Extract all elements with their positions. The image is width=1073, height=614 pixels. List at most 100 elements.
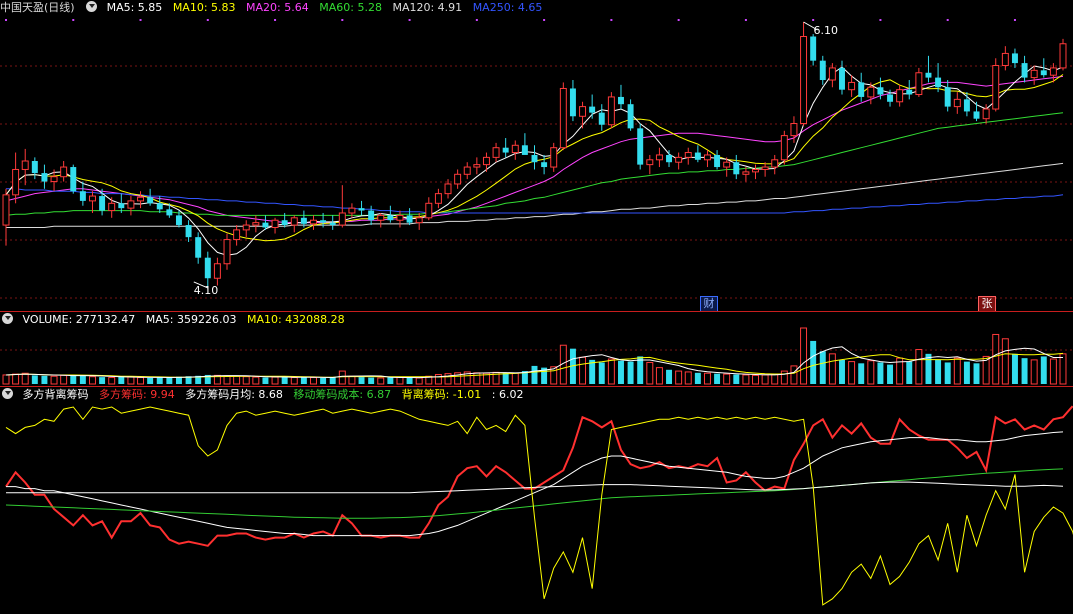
candle-body	[531, 154, 538, 163]
price-panel[interactable]: 中国天盈(日线) MA5: 5.85 MA10: 5.83 MA20: 5.64…	[0, 0, 1073, 312]
candle-body	[1030, 69, 1038, 79]
candle-body	[637, 128, 644, 165]
candle-body	[1049, 67, 1057, 76]
candle-body	[627, 104, 634, 129]
candle-body	[723, 161, 731, 168]
volume-bar	[828, 353, 836, 385]
candle-body	[310, 219, 317, 225]
volume-bar	[348, 375, 356, 385]
volume-bar	[233, 375, 241, 385]
signal-marker	[341, 19, 344, 21]
candle-body	[358, 208, 365, 211]
volume-bar	[944, 362, 951, 384]
candle-body	[511, 144, 519, 154]
volume-bar	[973, 363, 980, 384]
candle-body	[396, 214, 404, 221]
volume-bar	[329, 377, 336, 384]
volume-bar	[646, 361, 654, 385]
event-marker-cai[interactable]: 财	[700, 296, 718, 312]
volume-bar	[780, 370, 788, 385]
candle-body	[41, 173, 48, 182]
candle-body	[550, 147, 558, 168]
price-legend: 中国天盈(日线) MA5: 5.85 MA10: 5.83 MA20: 5.64…	[0, 0, 1073, 16]
volume-bar	[790, 365, 798, 385]
volume-bar	[906, 361, 913, 384]
volume-bar	[147, 377, 154, 384]
candle-body	[666, 154, 673, 163]
indicator-monthly-avg-label: 多方筹码月均: 8.68	[185, 388, 283, 401]
candle-body	[963, 99, 970, 112]
volume-bar	[99, 377, 106, 384]
volume-bar	[502, 372, 509, 384]
volume-bar	[877, 362, 884, 384]
indicator-line-2	[5, 468, 1064, 519]
candle-body	[896, 89, 904, 103]
indicator-extra-label: : 6.02	[491, 388, 524, 401]
volume-bar	[21, 372, 29, 385]
candle-body	[703, 154, 711, 161]
volume-bar	[531, 365, 538, 384]
candle-body	[185, 225, 192, 238]
candle-body	[694, 152, 701, 160]
volume-bar	[867, 360, 875, 385]
volume-bar	[387, 377, 394, 384]
candle-body	[454, 173, 462, 185]
candle-body	[473, 164, 481, 168]
candle-body	[70, 167, 77, 192]
candle-body	[1001, 52, 1009, 67]
volume-bar	[1040, 356, 1047, 384]
indicator-bull-chips-label: 多方筹码: 9.94	[99, 388, 175, 401]
ma10-label: MA10: 5.83	[172, 1, 236, 14]
indicator-settings-icon[interactable]	[2, 388, 13, 399]
signal-marker	[744, 19, 747, 21]
candle-body	[21, 160, 29, 170]
candle-body	[320, 220, 327, 223]
candle-body	[858, 82, 865, 97]
event-marker-zhang[interactable]: 张	[978, 296, 996, 312]
volume-settings-icon[interactable]	[2, 313, 13, 324]
volume-bar	[752, 374, 759, 385]
candle-body	[223, 239, 231, 265]
signal-marker	[274, 19, 277, 21]
volume-bar	[1001, 338, 1009, 385]
volume-bar	[992, 333, 1000, 385]
volume-bar	[511, 372, 519, 385]
volume-bar	[41, 375, 48, 384]
volume-panel[interactable]: VOLUME: 277132.47 MA5: 359226.03 MA10: 4…	[0, 312, 1073, 386]
volume-bar	[618, 360, 624, 384]
volume-bar	[108, 377, 116, 385]
volume-value-label: VOLUME: 277132.47	[22, 313, 136, 326]
candle-body	[156, 203, 163, 210]
volume-bar	[290, 377, 298, 385]
signal-marker	[677, 19, 680, 21]
candle-body	[819, 60, 826, 81]
indicator-chart[interactable]	[0, 387, 1073, 614]
candle-body	[387, 215, 394, 221]
candle-body	[1011, 53, 1018, 64]
indicator-panel[interactable]: 多方背离筹码 多方筹码: 9.94 多方筹码月均: 8.68 移动筹码成本: 6…	[0, 387, 1073, 614]
volume-bar	[915, 349, 923, 385]
candle-body	[646, 159, 654, 166]
candle-body	[607, 96, 615, 126]
volume-bar	[166, 377, 173, 384]
signal-marker	[946, 19, 949, 21]
candle-body	[482, 156, 490, 166]
candle-body	[166, 209, 173, 216]
candle-body	[752, 168, 759, 173]
volume-bar	[50, 375, 58, 385]
candle-body	[953, 98, 961, 108]
signal-marker	[475, 19, 478, 21]
signal-marker	[610, 19, 613, 21]
volume-bar	[1049, 358, 1057, 385]
candle-body	[589, 106, 596, 113]
candle-body	[1040, 70, 1047, 76]
candle-body	[406, 215, 413, 223]
candle-body	[771, 159, 779, 168]
candle-body	[147, 197, 154, 204]
candle-body	[89, 195, 96, 202]
candle-body	[780, 135, 788, 161]
volume-bar	[223, 375, 231, 385]
price-settings-icon[interactable]	[86, 1, 98, 12]
candle-body	[290, 217, 298, 226]
price-chart[interactable]: 4.10 6.10	[0, 0, 1073, 311]
